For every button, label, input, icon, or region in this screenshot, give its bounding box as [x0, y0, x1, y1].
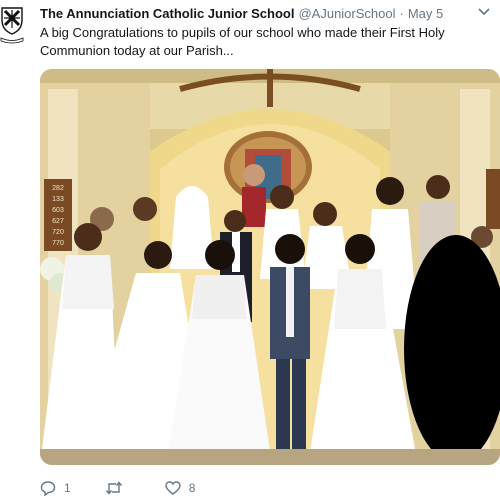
hymn-number: 603 — [52, 207, 64, 214]
tweet-actions: 1 8 — [40, 478, 340, 498]
hymn-number: 720 — [52, 229, 64, 236]
separator-dot: · — [399, 6, 404, 21]
hymn-number: 770 — [52, 240, 64, 247]
hymn-number: 627 — [52, 218, 64, 225]
reply-icon — [40, 481, 56, 496]
retweet-icon — [105, 481, 122, 495]
display-name[interactable]: The Annunciation Catholic Junior School — [40, 6, 294, 21]
stained-glass-window — [224, 131, 312, 203]
user-handle[interactable]: @AJuniorSchool — [298, 6, 395, 21]
front-row-children — [40, 223, 418, 465]
crest-scroll — [0, 37, 24, 44]
reply-button[interactable]: 1 — [40, 480, 71, 496]
hymn-number: 133 — [52, 196, 64, 203]
tweet-photo[interactable]: 282 133 603 627 720 770 — [40, 69, 500, 465]
tweet-date[interactable]: May 5 — [408, 6, 443, 21]
school-crest-icon — [1, 7, 23, 35]
chevron-down-icon[interactable] — [478, 7, 490, 19]
tweet-header: The Annunciation Catholic Junior School … — [40, 6, 490, 24]
like-count: 8 — [188, 481, 196, 495]
tweet-text: A big Congratulations to pupils of our s… — [40, 25, 445, 58]
hymn-board: 282 133 603 627 720 770 — [44, 179, 72, 251]
heart-icon — [164, 481, 181, 495]
reply-count: 1 — [64, 481, 71, 495]
retweet-button[interactable] — [105, 480, 131, 496]
avatar[interactable] — [0, 6, 24, 50]
hymn-number: 282 — [52, 185, 64, 192]
like-button[interactable]: 8 — [164, 480, 196, 496]
